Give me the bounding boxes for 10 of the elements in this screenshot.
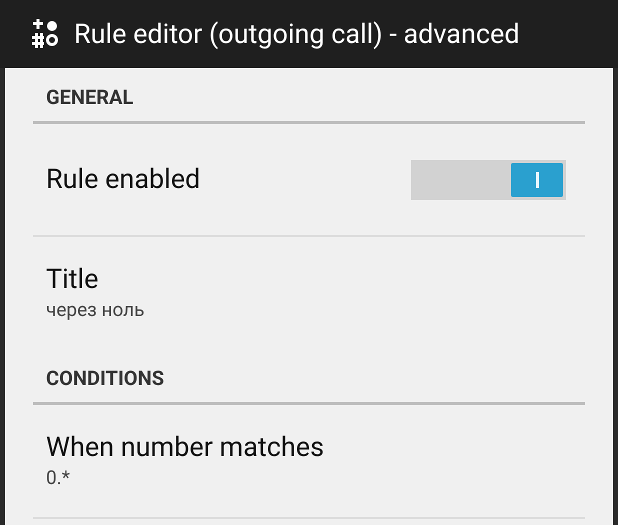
setting-label: When number matches (46, 430, 326, 464)
setting-value: 0.* (46, 465, 71, 491)
setting-value: через ноль (46, 297, 146, 323)
window-title: Rule editor (outgoing call) - advanced (74, 16, 520, 52)
section-header: CONDITIONS (45, 365, 166, 392)
toggle-switch[interactable] (411, 160, 566, 200)
section-header: GENERAL (45, 84, 134, 111)
puzzle-pieces-icon (30, 19, 60, 49)
setting-label: Rule enabled (46, 162, 200, 198)
setting-label: Title (46, 262, 100, 296)
